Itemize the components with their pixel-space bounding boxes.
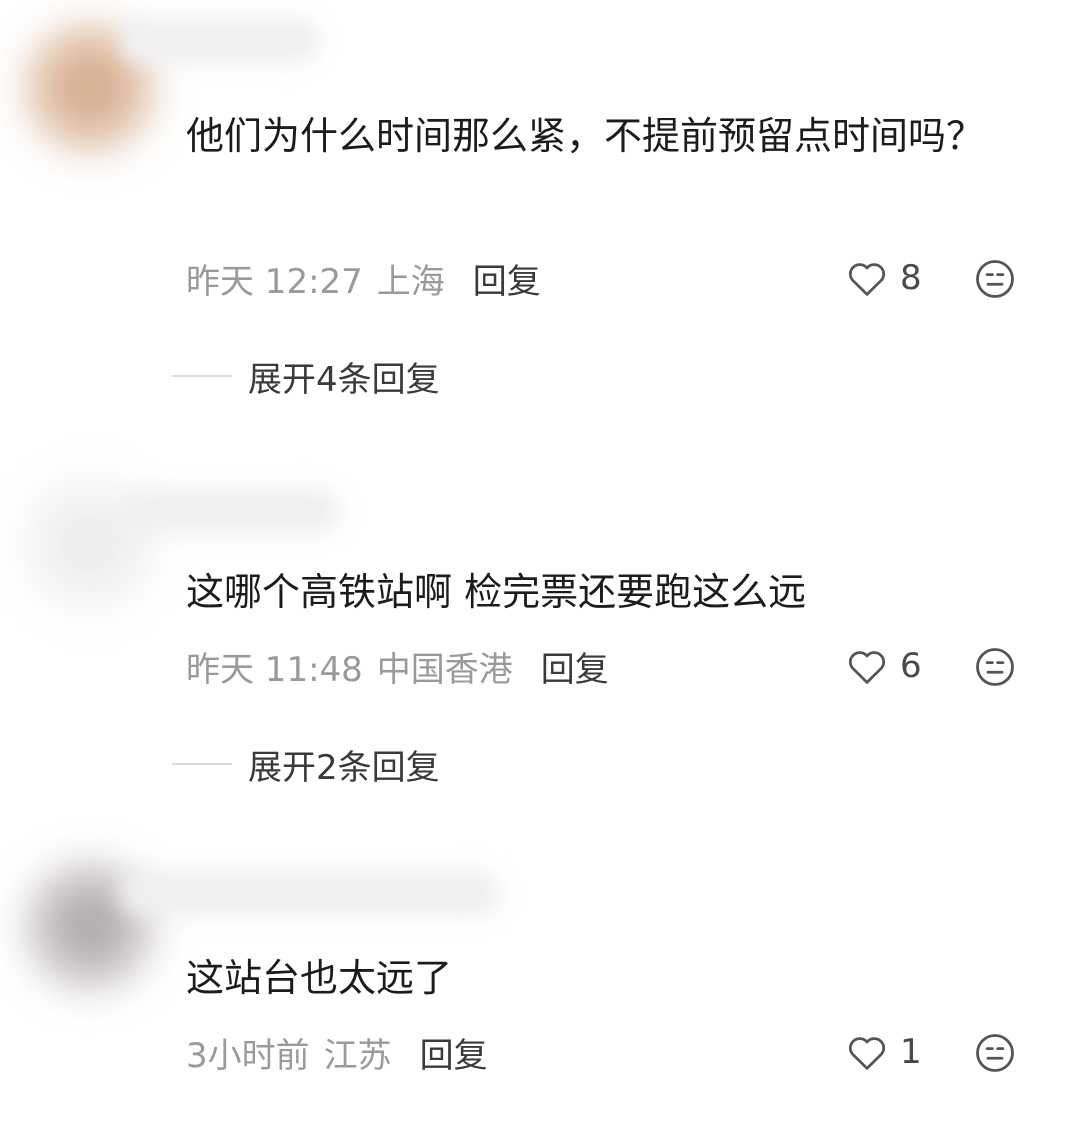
expand-replies-button[interactable]: 展开4条回复 xyxy=(172,352,440,400)
like-count: 8 xyxy=(900,258,922,298)
comment-time: 昨天 12:27 xyxy=(186,261,363,302)
neutral-face-icon[interactable] xyxy=(974,1032,1016,1074)
like-button[interactable]: 6 xyxy=(846,642,936,690)
expand-replies-label: 展开4条回复 xyxy=(248,359,440,400)
neutral-face-icon[interactable] xyxy=(974,646,1016,688)
reply-button[interactable]: 回复 xyxy=(541,642,609,691)
comment-text: 这站台也太远了 xyxy=(186,956,453,1000)
username-blurred[interactable] xyxy=(120,870,500,916)
comment-meta: 3小时前 江苏 回复 xyxy=(186,1028,488,1076)
heart-outline-icon xyxy=(848,651,886,684)
comment-location: 江苏 xyxy=(323,1035,392,1076)
comment-time: 昨天 11:48 xyxy=(186,649,363,690)
comment-meta: 昨天 11:48 中国香港 回复 xyxy=(186,642,609,690)
like-count: 6 xyxy=(900,646,922,686)
comment-location: 上海 xyxy=(376,261,445,302)
heart-outline-icon xyxy=(848,263,886,296)
heart-outline-icon xyxy=(848,1037,886,1070)
comment-time: 3小时前 xyxy=(186,1035,310,1076)
comment-text: 这哪个高铁站啊 检完票还要跑这么远 xyxy=(186,570,807,614)
like-button[interactable]: 1 xyxy=(846,1028,936,1076)
reply-button[interactable]: 回复 xyxy=(473,254,541,303)
expand-replies-button[interactable]: 展开2条回复 xyxy=(172,740,440,788)
username-blurred[interactable] xyxy=(120,488,340,534)
divider-line xyxy=(172,375,232,377)
expand-replies-label: 展开2条回复 xyxy=(248,747,440,788)
neutral-face-icon[interactable] xyxy=(974,258,1016,300)
comment-meta: 昨天 12:27 上海 回复 xyxy=(186,254,541,302)
reply-button[interactable]: 回复 xyxy=(420,1028,488,1077)
like-button[interactable]: 8 xyxy=(846,254,936,302)
divider-line xyxy=(172,763,232,765)
comment-list: 他们为什么时间那么紧，不提前预留点时间吗？ 昨天 12:27 上海 回复 8 展… xyxy=(0,0,1080,1125)
like-count: 1 xyxy=(900,1032,922,1072)
username-blurred[interactable] xyxy=(120,18,320,64)
comment-text: 他们为什么时间那么紧，不提前预留点时间吗？ xyxy=(186,114,985,158)
comment-location: 中国香港 xyxy=(376,649,513,690)
